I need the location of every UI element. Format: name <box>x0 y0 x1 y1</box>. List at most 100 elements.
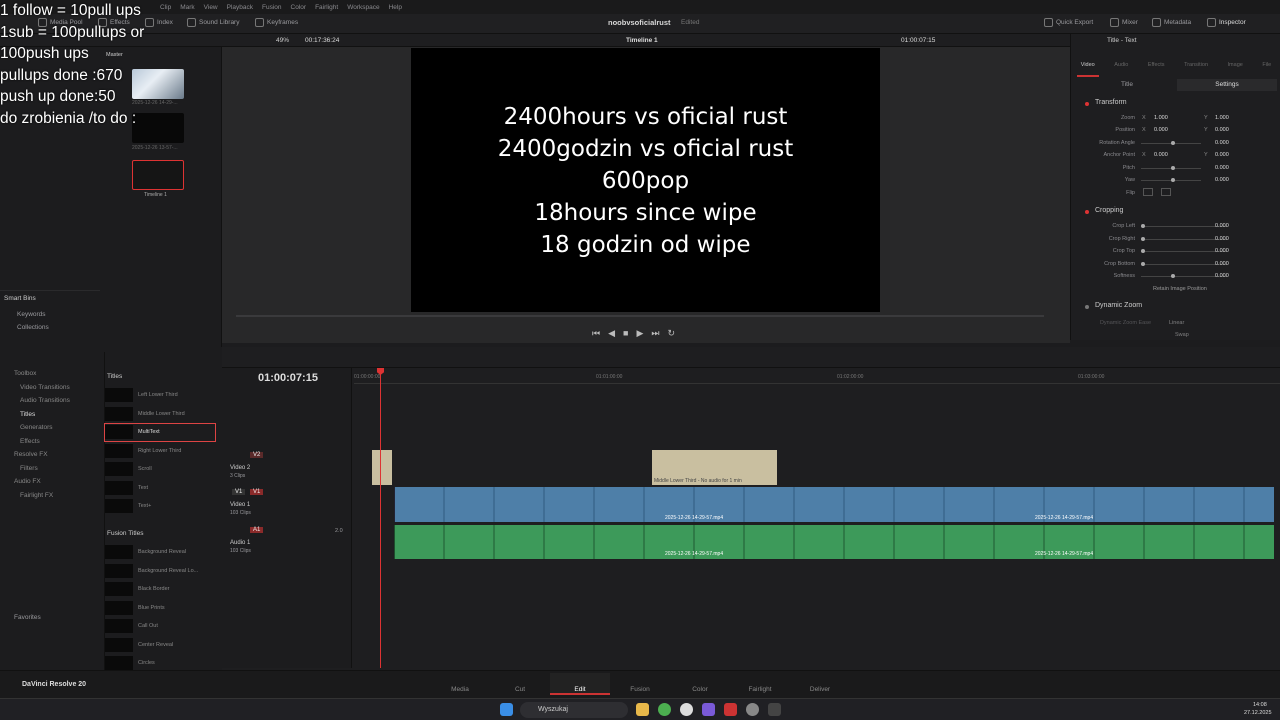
menu-help[interactable]: Help <box>389 4 402 11</box>
subtab-title[interactable]: Title <box>1077 79 1177 91</box>
anchor-x-input[interactable]: 0.000 <box>1154 152 1168 158</box>
tab-video[interactable]: Video <box>1076 48 1099 77</box>
subtab-settings[interactable]: Settings <box>1177 79 1277 91</box>
mixer-button[interactable]: Mixer <box>1110 18 1138 27</box>
softness-input[interactable]: 0.000 <box>1215 273 1229 279</box>
pitch-input[interactable]: 0.000 <box>1215 165 1229 171</box>
enable-dot-icon[interactable] <box>1085 102 1089 106</box>
fusion-title-item[interactable]: Background Reveal Lo... <box>104 562 216 581</box>
tab-audio[interactable]: Audio <box>1114 48 1128 74</box>
fusion-title-item[interactable]: Call Out <box>104 617 216 636</box>
swap-button[interactable]: Swap <box>1175 332 1189 338</box>
flip-horizontal-button[interactable] <box>1143 188 1153 196</box>
tree-titles[interactable]: Titles <box>0 411 100 425</box>
chrome-icon[interactable] <box>658 703 671 716</box>
go-to-start-button[interactable]: ⏮ <box>592 328 600 339</box>
viewer-zoom[interactable]: 49% <box>276 37 289 44</box>
enable-dot-icon[interactable] <box>1085 305 1089 309</box>
timeline-ruler[interactable]: 01:00:00:00 01:01:00:00 01:02:00:00 01:0… <box>354 368 1280 384</box>
app-icon[interactable] <box>724 703 737 716</box>
tree-effects[interactable]: Effects <box>0 438 100 452</box>
crop-right-input[interactable]: 0.000 <box>1215 236 1229 242</box>
menu-view[interactable]: View <box>204 4 218 11</box>
menu-mark[interactable]: Mark <box>180 4 194 11</box>
track-v1-source[interactable]: V1 <box>232 489 246 495</box>
audio-clips-track[interactable]: 2025-12-26 14-29-57.mp4 2025-12-26 14-29… <box>394 525 1274 559</box>
app-icon[interactable] <box>680 703 693 716</box>
play-button[interactable]: ▶ <box>636 328 643 339</box>
tab-image[interactable]: Image <box>1228 48 1243 74</box>
tab-transition[interactable]: Transition <box>1184 48 1208 74</box>
stop-button[interactable]: ■ <box>623 328 628 339</box>
title-item-selected[interactable]: MultiText <box>104 423 216 442</box>
cropping-section[interactable]: Cropping <box>1071 207 1280 214</box>
tree-fairlight-fx[interactable]: Fairlight FX <box>0 492 100 506</box>
menu-clip[interactable]: Clip <box>160 4 171 11</box>
track-a1-label[interactable]: A1 <box>250 527 264 533</box>
transform-section[interactable]: Transform <box>1071 99 1280 106</box>
dynamic-zoom-section[interactable]: Dynamic Zoom <box>1071 302 1280 309</box>
track-v1-label[interactable]: V1 <box>250 489 264 495</box>
fusion-title-item[interactable]: Black Border <box>104 580 216 599</box>
title-item[interactable]: Scroll <box>104 460 216 479</box>
sound-library-button[interactable]: Sound Library <box>187 18 239 27</box>
taskbar-search[interactable]: Wyszukaj <box>520 702 628 718</box>
collections-bin[interactable]: Collections <box>17 324 49 331</box>
menu-playback[interactable]: Playback <box>227 4 253 11</box>
menu-fusion[interactable]: Fusion <box>262 4 282 11</box>
rotation-input[interactable]: 0.000 <box>1215 140 1229 146</box>
title-clip[interactable] <box>372 450 392 485</box>
position-y-input[interactable]: 0.000 <box>1215 127 1229 133</box>
tree-audio-fx[interactable]: Audio FX <box>0 478 100 492</box>
steam-icon[interactable] <box>746 703 759 716</box>
page-edit[interactable]: Edit <box>550 673 610 695</box>
page-fairlight[interactable]: Fairlight <box>730 673 790 693</box>
menu-color[interactable]: Color <box>291 4 307 11</box>
inspector-button[interactable]: Inspector <box>1207 18 1246 27</box>
retain-image-position-checkbox[interactable]: Retain Image Position <box>1153 286 1207 292</box>
metadata-button[interactable]: Metadata <box>1152 18 1191 27</box>
crop-bottom-input[interactable]: 0.000 <box>1215 261 1229 267</box>
obs-icon[interactable] <box>702 703 715 716</box>
dz-ease-dropdown[interactable]: Linear <box>1169 320 1184 326</box>
flip-vertical-button[interactable] <box>1161 188 1171 196</box>
title-item[interactable]: Right Lower Third <box>104 442 216 461</box>
viewer-scrubber[interactable] <box>236 315 1044 317</box>
tree-toolbox[interactable]: Toolbox <box>0 370 100 384</box>
page-color[interactable]: Color <box>670 673 730 693</box>
page-fusion[interactable]: Fusion <box>610 673 670 693</box>
tree-resolve-fx[interactable]: Resolve FX <box>0 451 100 465</box>
keyframes-button[interactable]: Keyframes <box>255 18 298 27</box>
tab-file[interactable]: File <box>1262 48 1271 74</box>
page-deliver[interactable]: Deliver <box>790 673 850 693</box>
fusion-title-item[interactable]: Background Reveal <box>104 543 216 562</box>
zoom-x-input[interactable]: 1.000 <box>1154 115 1168 121</box>
file-explorer-icon[interactable] <box>636 703 649 716</box>
crop-left-input[interactable]: 0.000 <box>1215 223 1229 229</box>
resolve-icon[interactable] <box>768 703 781 716</box>
play-reverse-button[interactable]: ◀ <box>608 328 615 339</box>
loop-button[interactable]: ↻ <box>668 328 676 339</box>
menu-fairlight[interactable]: Fairlight <box>315 4 338 11</box>
playhead[interactable] <box>380 370 381 668</box>
favorites-header[interactable]: Favorites <box>14 614 41 621</box>
crop-top-input[interactable]: 0.000 <box>1215 248 1229 254</box>
tree-video-transitions[interactable]: Video Transitions <box>0 384 100 398</box>
anchor-y-input[interactable]: 0.000 <box>1215 152 1229 158</box>
title-item[interactable]: Middle Lower Third <box>104 405 216 424</box>
title-clip[interactable]: Middle Lower Third - No audio for 1 min <box>652 450 777 485</box>
tree-generators[interactable]: Generators <box>0 424 100 438</box>
tree-audio-transitions[interactable]: Audio Transitions <box>0 397 100 411</box>
menu-workspace[interactable]: Workspace <box>347 4 379 11</box>
page-media[interactable]: Media <box>430 673 490 693</box>
start-icon[interactable] <box>500 703 513 716</box>
video-clips-track[interactable]: 2025-12-26 14-29-57.mp4 2025-12-26 14-29… <box>394 487 1274 522</box>
fusion-title-item[interactable]: Center Reveal <box>104 636 216 655</box>
enable-dot-icon[interactable] <box>1085 210 1089 214</box>
zoom-y-input[interactable]: 1.000 <box>1215 115 1229 121</box>
fusion-title-item[interactable]: Blue Prints <box>104 599 216 618</box>
tab-effects[interactable]: Effects <box>1148 48 1165 74</box>
index-button[interactable]: Index <box>145 18 173 27</box>
go-to-end-button[interactable]: ⏭ <box>651 328 659 339</box>
tree-filters[interactable]: Filters <box>0 465 100 479</box>
